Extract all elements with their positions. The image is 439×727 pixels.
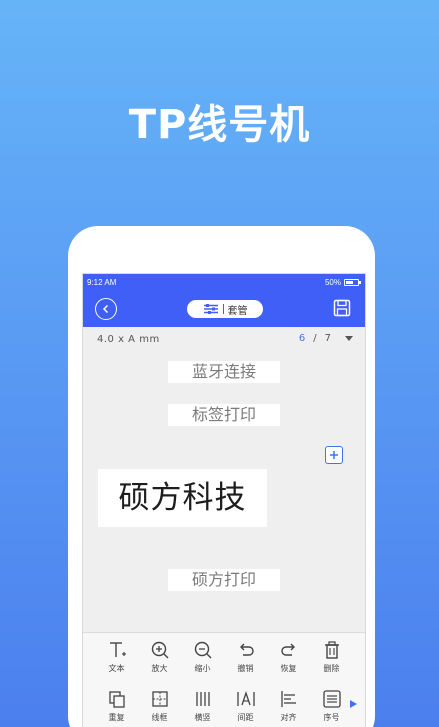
orientation-button[interactable]: 横竖 — [181, 688, 224, 723]
label-item[interactable]: 蓝牙连接 — [168, 361, 280, 383]
tool-label: 撤销 — [237, 664, 254, 673]
spacing-icon — [236, 690, 255, 706]
align-button[interactable]: 对齐 — [267, 688, 310, 723]
page-total: 7 — [324, 333, 331, 344]
text-tool-button[interactable]: 文本 — [95, 639, 138, 674]
tool-label: 横竖 — [194, 713, 211, 722]
text-icon — [109, 642, 126, 657]
add-element-button[interactable] — [325, 446, 343, 464]
status-bar: 9:12 AM 50% — [83, 274, 365, 291]
label-item[interactable]: 硕方打印 — [168, 569, 280, 591]
trash-icon — [324, 641, 339, 659]
tool-label: 缩小 — [194, 664, 211, 673]
page-indicator[interactable]: 6 / 7 — [299, 333, 353, 344]
page-separator: / — [313, 333, 317, 344]
phone-screen: 9:12 AM 50% 套管 4.0 x A mm 6 / 7 蓝牙连接 标签打… — [82, 273, 366, 727]
toolbar-next-arrow-icon[interactable] — [350, 700, 357, 708]
page-current: 6 — [298, 333, 306, 344]
undo-button[interactable]: 撤销 — [224, 639, 267, 674]
frame-icon — [151, 691, 168, 707]
frame-button[interactable]: 线框 — [138, 688, 181, 723]
label-size: 4.0 x A mm — [97, 334, 160, 345]
zoom-in-button[interactable]: 放大 — [138, 639, 181, 674]
zoom-out-button[interactable]: 缩小 — [181, 639, 224, 674]
toolbar-row: 文本 放大 缩小 撤销 恢复 删除 — [83, 639, 365, 674]
tool-label: 放大 — [151, 664, 168, 673]
spacing-button[interactable]: 间距 — [224, 688, 267, 723]
toolbar-row: 重复 线框 横竖 间距 对齐 序号 — [83, 688, 365, 723]
label-item[interactable]: 标签打印 — [168, 404, 280, 426]
duplicate-button[interactable]: 重复 — [95, 688, 138, 723]
orientation-icon — [195, 692, 210, 706]
mode-selector[interactable]: 套管 — [187, 300, 263, 318]
tool-label: 重复 — [108, 713, 125, 722]
mode-label: 套管 — [227, 305, 248, 317]
battery-indicator: 50% — [324, 278, 361, 287]
redo-icon — [280, 643, 295, 656]
undo-icon — [239, 643, 254, 656]
serial-list-icon — [322, 690, 341, 708]
tool-label: 文本 — [108, 664, 125, 673]
copy-icon — [108, 691, 125, 708]
tool-label: 删除 — [323, 664, 340, 673]
redo-button[interactable]: 恢复 — [267, 639, 310, 674]
save-icon[interactable] — [333, 299, 351, 317]
zoom-out-icon — [194, 641, 211, 659]
serial-number-button[interactable]: 序号 — [310, 688, 353, 723]
app-bar: 套管 — [83, 291, 365, 327]
tool-label: 对齐 — [280, 713, 297, 722]
battery-percent: 50% — [324, 278, 341, 287]
delete-button[interactable]: 删除 — [310, 639, 353, 674]
align-left-icon — [280, 691, 296, 707]
edit-toolbar: 文本 放大 缩小 撤销 恢复 删除 重复 线框 横竖 间距 对齐 序号 — [83, 632, 365, 727]
zoom-in-icon — [151, 641, 168, 659]
battery-icon — [344, 279, 361, 286]
promo-headline: TP线号机 — [128, 102, 311, 148]
selected-label-item[interactable]: 硕方科技 — [98, 469, 267, 527]
dropdown-triangle-icon[interactable] — [345, 336, 353, 341]
pill-divider — [222, 304, 224, 314]
tool-label: 间距 — [237, 713, 254, 722]
tool-label: 序号 — [323, 713, 340, 722]
back-button[interactable] — [95, 298, 117, 320]
tool-label: 线框 — [151, 713, 168, 722]
tool-label: 恢复 — [280, 664, 297, 673]
chevron-left-icon — [102, 304, 109, 314]
plus-icon — [330, 451, 338, 459]
status-time: 9:12 AM — [87, 278, 117, 287]
label-size-bar: 4.0 x A mm 6 / 7 — [83, 327, 365, 351]
sliders-icon — [203, 304, 218, 314]
